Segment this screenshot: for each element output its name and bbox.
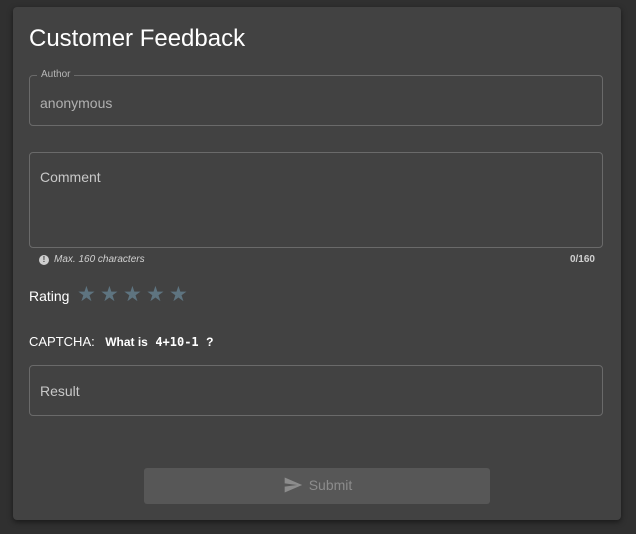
comment-field[interactable]: [29, 152, 603, 248]
submit-label: Submit: [308, 476, 353, 493]
result-input[interactable]: [40, 383, 580, 399]
author-input[interactable]: [40, 95, 580, 111]
star-icon[interactable]: ★: [77, 284, 97, 305]
star-icon[interactable]: ★: [123, 284, 143, 305]
captcha-label: CAPTCHA:: [29, 334, 95, 349]
author-field[interactable]: Author: [29, 69, 603, 126]
submit-button[interactable]: Submit: [144, 468, 490, 504]
star-rating[interactable]: ★ ★ ★ ★ ★: [77, 284, 192, 306]
rating-label: Rating: [29, 288, 70, 304]
star-icon[interactable]: ★: [169, 284, 189, 305]
star-icon[interactable]: ★: [100, 284, 120, 305]
info-icon: !: [39, 255, 49, 265]
result-field[interactable]: [29, 365, 603, 416]
captcha-question-prefix: What is: [105, 335, 148, 349]
captcha-expression: 4+10-1: [155, 335, 199, 349]
comment-input[interactable]: [40, 169, 590, 239]
page-title: Customer Feedback: [29, 25, 246, 52]
author-label: Author: [37, 69, 75, 81]
comment-hint-row: ! Max. 160 characters 0/160: [39, 254, 595, 268]
captcha-row: CAPTCHA: What is 4+10-1 ?: [29, 333, 213, 351]
char-counter: 0/160: [569, 254, 595, 265]
send-icon: [284, 477, 302, 492]
feedback-card: Customer Feedback Author ! Max. 160 char…: [13, 7, 621, 520]
comment-hint: Max. 160 characters: [54, 254, 145, 265]
star-icon[interactable]: ★: [146, 284, 166, 305]
captcha-question-suffix: ?: [206, 335, 214, 349]
